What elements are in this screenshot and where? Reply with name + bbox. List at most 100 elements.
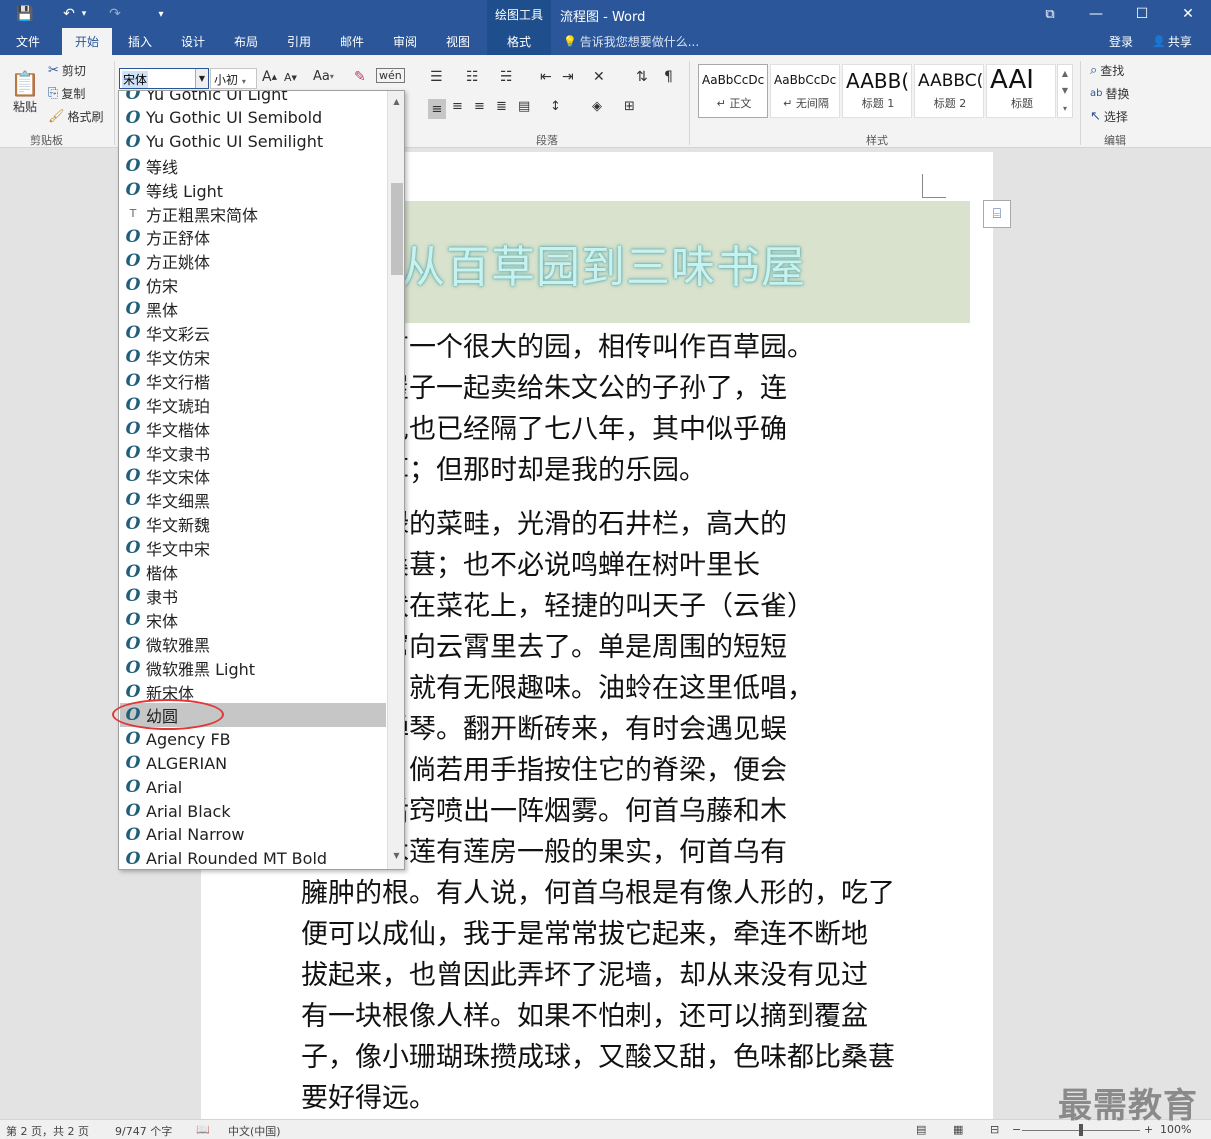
decrease-indent-icon[interactable]: ⇤	[540, 69, 552, 85]
tab-design[interactable]: 设计	[169, 28, 217, 55]
font-list-item[interactable]: O Yu Gothic UI Semilight	[120, 130, 386, 154]
font-list-item[interactable]: O 华文仿宋	[120, 345, 386, 369]
font-list-item[interactable]: O 华文宋体	[120, 464, 386, 488]
grow-font-button[interactable]: A ▲	[262, 69, 277, 85]
clear-formatting-icon[interactable]: ✎	[354, 69, 366, 85]
tab-insert[interactable]: 插入	[116, 28, 164, 55]
increase-indent-icon[interactable]: ⇥	[562, 69, 574, 85]
font-list-item[interactable]: O Arial Rounded MT Bold	[120, 847, 386, 869]
font-list-item[interactable]: O 宋体	[120, 608, 386, 632]
web-layout-icon[interactable]: ⊟	[990, 1123, 999, 1136]
font-list-item[interactable]: O Arial	[120, 775, 386, 799]
font-list-item[interactable]: O 方正舒体	[120, 225, 386, 249]
align-left-icon[interactable]: ≡	[428, 99, 446, 119]
replace-button[interactable]: ab 替换	[1090, 85, 1130, 102]
style-normal[interactable]: AaBbCcDc ↵ 正文	[698, 64, 768, 118]
save-icon[interactable]: 💾	[14, 3, 36, 25]
font-dropdown-list[interactable]: O Yu Gothic UI Light O Yu Gothic UI Semibol…	[118, 90, 405, 870]
style-heading-2[interactable]: AABBC( 标题 2	[914, 64, 984, 118]
tab-view[interactable]: 视图	[434, 28, 482, 55]
select-button[interactable]: ↖ 选择	[1090, 108, 1128, 125]
style-heading-1[interactable]: AABB( 标题 1	[842, 64, 912, 118]
customize-qat-icon[interactable]: ▾	[150, 3, 172, 25]
ribbon-display-options-icon[interactable]: ⧉	[1027, 0, 1073, 28]
maximize-button[interactable]: ☐	[1119, 0, 1165, 28]
font-name-combobox[interactable]: 宋体 ▼	[119, 68, 209, 89]
find-button[interactable]: ⌕ 查找	[1090, 62, 1124, 79]
share-button[interactable]: 👤 共享	[1144, 28, 1200, 55]
undo-icon[interactable]: ↶	[58, 3, 80, 25]
tab-format[interactable]: 格式	[487, 28, 551, 55]
font-list-item[interactable]: O Arial Narrow	[120, 823, 386, 847]
tell-me-search[interactable]: 💡 告诉我您想要做什么...	[563, 28, 699, 55]
show-marks-icon[interactable]: ¶	[664, 69, 673, 85]
minimize-button[interactable]: —	[1073, 0, 1119, 28]
page-count[interactable]: 第 2 页，共 2 页	[6, 1123, 89, 1139]
font-list-item[interactable]: O 微软雅黑 Light	[120, 656, 386, 680]
font-list-item[interactable]: O 黑体	[120, 297, 386, 321]
borders-icon[interactable]: ⊞	[624, 99, 635, 114]
align-center-icon[interactable]: ≡	[452, 99, 463, 114]
font-list-item[interactable]: O 楷体	[120, 560, 386, 584]
font-list-item[interactable]: O 华文彩云	[120, 321, 386, 345]
sign-in-link[interactable]: 登录	[1100, 28, 1142, 55]
zoom-out-button[interactable]: −	[1012, 1123, 1021, 1136]
tab-review[interactable]: 审阅	[381, 28, 429, 55]
font-list-item[interactable]: O Agency FB	[120, 727, 386, 751]
format-painter-button[interactable]: 🖌 格式刷	[48, 108, 104, 125]
font-list-item[interactable]: O Arial Black	[120, 799, 386, 823]
tab-references[interactable]: 引用	[275, 28, 323, 55]
font-list-item[interactable]: O 华文新魏	[120, 512, 386, 536]
font-list-item[interactable]: O 华文细黑	[120, 488, 386, 512]
phonetic-guide-icon[interactable]: wén	[376, 68, 405, 83]
redo-icon[interactable]: ↷	[104, 3, 126, 25]
numbering-icon[interactable]: ☷	[466, 69, 479, 85]
copy-button[interactable]: ⎘ 复制	[48, 85, 85, 102]
title-textbox[interactable]: 从百草园到三味书屋	[401, 201, 970, 323]
proofing-icon[interactable]: 📖	[196, 1123, 210, 1136]
font-list-item[interactable]: O 等线	[120, 154, 386, 178]
asian-layout-icon[interactable]: ✕	[593, 69, 605, 85]
style-no-spacing[interactable]: AaBbCcDc ↵ 无间隔	[770, 64, 840, 118]
align-right-icon[interactable]: ≡	[474, 99, 485, 114]
font-size-combobox[interactable]: 小初 ▾	[210, 68, 257, 89]
font-list-item[interactable]: O 仿宋	[120, 273, 386, 297]
font-list-item[interactable]: O 华文行楷	[120, 369, 386, 393]
tab-layout[interactable]: 布局	[222, 28, 270, 55]
font-list-item[interactable]: O 微软雅黑	[120, 632, 386, 656]
layout-options-icon[interactable]: ⌸	[983, 200, 1011, 228]
chevron-down-icon[interactable]: ▼	[195, 69, 208, 88]
tab-home[interactable]: 开始	[62, 28, 112, 55]
read-mode-icon[interactable]: ▤	[916, 1123, 926, 1136]
font-list-item[interactable]: O ALGERIAN	[120, 751, 386, 775]
print-layout-icon[interactable]: ▦	[953, 1123, 963, 1136]
tab-file[interactable]: 文件	[4, 28, 52, 55]
font-list-item[interactable]: O 方正姚体	[120, 249, 386, 273]
word-count[interactable]: 9/747 个字	[115, 1123, 172, 1139]
multilevel-list-icon[interactable]: ☵	[500, 69, 513, 85]
language-indicator[interactable]: 中文(中国)	[228, 1123, 281, 1139]
font-list-item[interactable]: O 等线 Light	[120, 178, 386, 202]
font-list-item[interactable]: O Yu Gothic UI Light	[120, 91, 386, 106]
font-list-item[interactable]: O 隶书	[120, 584, 386, 608]
font-list-item[interactable]: O 华文中宋	[120, 536, 386, 560]
font-list-item[interactable]: O Yu Gothic UI Semibold	[120, 106, 386, 130]
shading-icon[interactable]: ◈	[592, 99, 602, 114]
paste-button[interactable]: 📋 粘贴	[8, 61, 42, 123]
font-list-item[interactable]: O 华文隶书	[120, 441, 386, 465]
scroll-down-icon[interactable]: ▼	[388, 847, 404, 863]
shrink-font-button[interactable]: A ▼	[284, 71, 297, 84]
styles-scroll-icon[interactable]: ▲ ▼ ▾	[1057, 64, 1073, 118]
undo-dropdown-icon[interactable]: ▾	[78, 3, 90, 25]
font-list-item[interactable]: O 华文楷体	[120, 417, 386, 441]
distributed-icon[interactable]: ▤	[518, 99, 530, 114]
font-list-item[interactable]: T 方正粗黑宋简体	[120, 202, 386, 226]
line-spacing-icon[interactable]: ↕	[550, 99, 561, 114]
sort-icon[interactable]: ⇅	[636, 69, 648, 85]
close-button[interactable]: ✕	[1165, 0, 1211, 28]
tab-mailings[interactable]: 邮件	[328, 28, 376, 55]
style-title[interactable]: AAI 标题	[986, 64, 1056, 118]
change-case-button[interactable]: Aa ▾	[313, 69, 334, 84]
font-list-item[interactable]: O 华文琥珀	[120, 393, 386, 417]
scroll-thumb[interactable]	[391, 183, 403, 275]
